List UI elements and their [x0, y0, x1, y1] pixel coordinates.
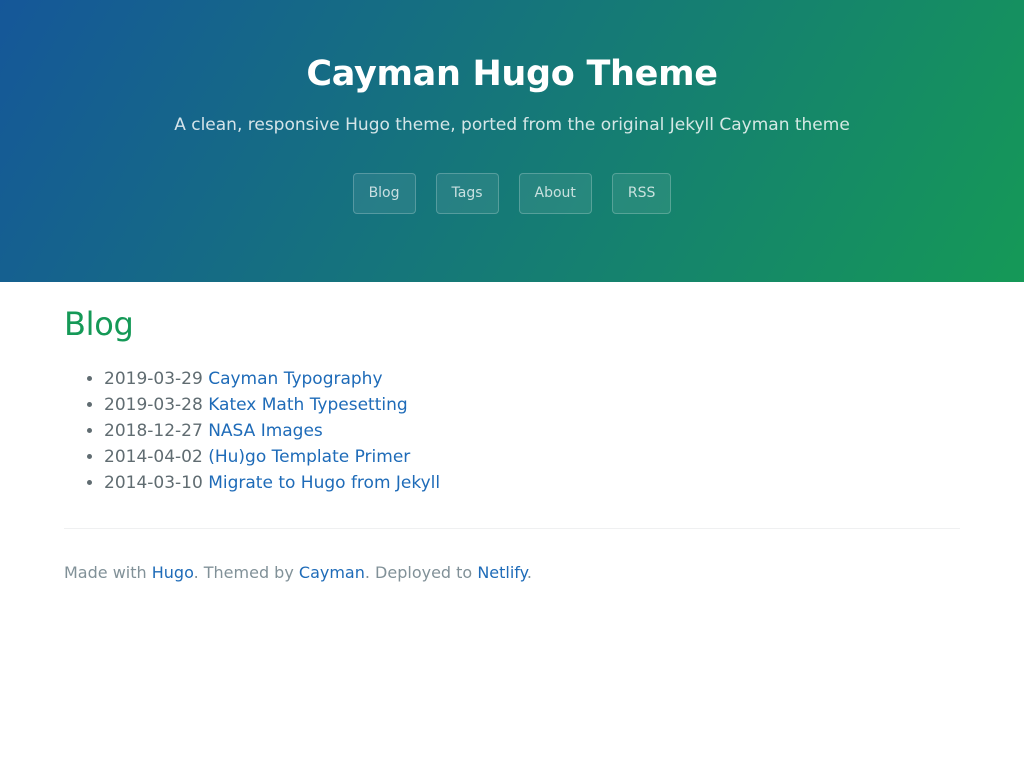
post-link[interactable]: Katex Math Typesetting	[208, 395, 407, 415]
post-list-item: 2019-03-29 Cayman Typography	[104, 366, 960, 392]
post-date: 2014-04-02	[104, 447, 203, 467]
footer-deployed-to-text: . Deployed to	[364, 563, 478, 582]
post-date: 2019-03-29	[104, 369, 203, 389]
post-link[interactable]: Migrate to Hugo from Jekyll	[208, 473, 440, 493]
nav-button-tags[interactable]: Tags	[435, 173, 499, 214]
site-tagline: A clean, responsive Hugo theme, ported f…	[174, 115, 850, 135]
nav-button-rss[interactable]: RSS	[611, 173, 672, 214]
footer-hugo-link[interactable]: Hugo	[152, 563, 194, 582]
nav-button-blog[interactable]: Blog	[352, 173, 416, 214]
post-date: 2014-03-10	[104, 473, 203, 493]
post-date: 2018-12-27	[104, 421, 203, 441]
post-list: 2019-03-29 Cayman Typography 2019-03-28 …	[64, 366, 960, 496]
post-date: 2019-03-28	[104, 395, 203, 415]
footer-divider	[64, 528, 960, 529]
footer-netlify-link[interactable]: Netlify	[477, 563, 527, 582]
page-title: Blog	[64, 305, 134, 343]
post-list-item: 2018-12-27 NASA Images	[104, 418, 960, 444]
site-title: Cayman Hugo Theme	[306, 54, 718, 94]
page-header: Cayman Hugo Theme A clean, responsive Hu…	[0, 0, 1024, 282]
post-link[interactable]: (Hu)go Template Primer	[208, 447, 410, 467]
footer-themed-by-text: . Themed by	[193, 563, 299, 582]
main-content: Blog 2019-03-29 Cayman Typography 2019-0…	[0, 282, 1024, 585]
nav-button-about[interactable]: About	[518, 173, 592, 214]
post-list-item: 2014-03-10 Migrate to Hugo from Jekyll	[104, 470, 960, 496]
post-link[interactable]: NASA Images	[208, 421, 323, 441]
post-list-item: 2019-03-28 Katex Math Typesetting	[104, 392, 960, 418]
post-list-item: 2014-04-02 (Hu)go Template Primer	[104, 444, 960, 470]
footer-end-text: .	[526, 563, 532, 582]
site-footer: Made with Hugo. Themed by Cayman. Deploy…	[64, 561, 960, 585]
footer-cayman-link[interactable]: Cayman	[299, 563, 365, 582]
footer-made-with-text: Made with	[64, 563, 152, 582]
post-link[interactable]: Cayman Typography	[208, 369, 382, 389]
main-nav: Blog Tags About RSS	[0, 173, 1024, 214]
